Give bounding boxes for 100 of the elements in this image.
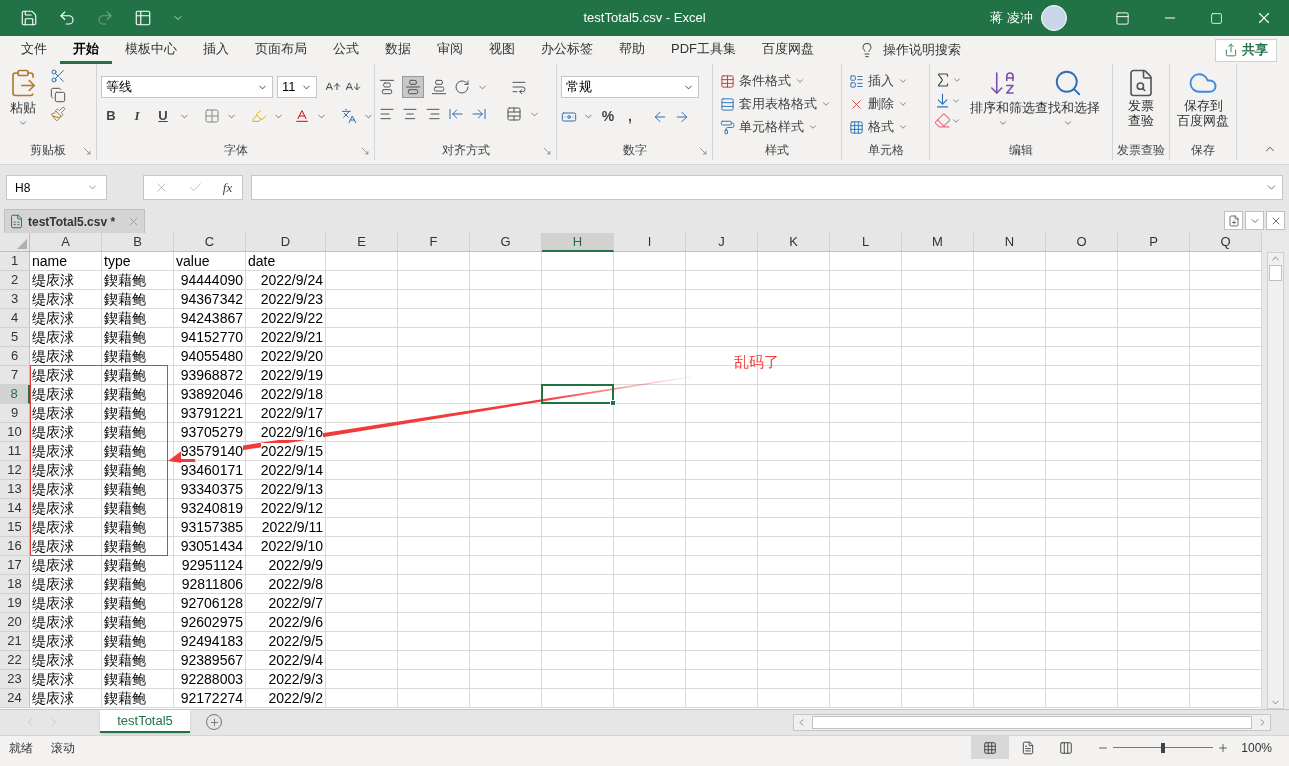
zoom-slider[interactable] xyxy=(1113,742,1214,753)
dialog-launcher-icon[interactable] xyxy=(82,146,92,156)
sheet-tab[interactable]: testTotal5 xyxy=(100,710,190,733)
font-name-field[interactable]: 等线 xyxy=(101,76,273,98)
row-header[interactable]: 16 xyxy=(0,537,30,556)
font-size-field[interactable]: 11 xyxy=(277,76,317,98)
invoice-check-button[interactable]: 发票 查验 xyxy=(1117,68,1165,128)
format-button[interactable]: B xyxy=(101,106,121,126)
menu-tab[interactable]: 百度网盘 xyxy=(749,36,827,64)
column-header[interactable]: I xyxy=(614,233,686,252)
column-header[interactable]: L xyxy=(830,233,902,252)
zoom-level[interactable]: 100% xyxy=(1241,738,1272,757)
row-header[interactable]: 8 xyxy=(0,385,30,404)
style-menu-button[interactable]: 条件格式 xyxy=(717,70,834,92)
menu-tab[interactable]: 办公标签 xyxy=(528,36,606,64)
list-icon[interactable] xyxy=(849,73,864,89)
name-box[interactable]: H8 xyxy=(6,175,107,200)
menu-tab[interactable]: 帮助 xyxy=(606,36,658,64)
row-header[interactable]: 15 xyxy=(0,518,30,537)
table-icon[interactable] xyxy=(720,73,735,89)
decrease-indent-icon[interactable] xyxy=(448,106,464,122)
save-to-cloud-button[interactable]: 保存到 百度网盘 xyxy=(1174,68,1232,128)
number-style-button[interactable]: % xyxy=(600,106,616,127)
vertical-scrollbar[interactable] xyxy=(1267,252,1284,709)
undo-icon[interactable] xyxy=(58,9,76,27)
row-header[interactable]: 19 xyxy=(0,594,30,613)
row-header[interactable]: 17 xyxy=(0,556,30,575)
page-icon[interactable] xyxy=(1021,740,1036,755)
column-header[interactable]: F xyxy=(398,233,470,252)
menu-tab[interactable]: PDF工具集 xyxy=(658,36,749,64)
number-style-button[interactable]: , xyxy=(622,106,638,127)
caret-icon[interactable] xyxy=(898,122,908,132)
menu-tab[interactable]: 数据 xyxy=(372,36,424,64)
font-color-icon[interactable] xyxy=(294,108,310,124)
workbook-tab[interactable]: testTotal5.csv * xyxy=(4,209,146,233)
column-header[interactable]: B xyxy=(102,233,174,252)
caret-icon[interactable] xyxy=(795,76,805,86)
row-header[interactable]: 13 xyxy=(0,480,30,499)
top-align-icon[interactable] xyxy=(379,79,395,95)
sort-filter-button[interactable]: 排序和筛选 xyxy=(970,68,1035,128)
row-header[interactable]: 2 xyxy=(0,271,30,290)
format-painter-icon[interactable] xyxy=(50,106,66,122)
caret-icon[interactable] xyxy=(898,76,908,86)
row-header[interactable]: 22 xyxy=(0,651,30,670)
highlighter-icon[interactable] xyxy=(251,108,267,124)
number-format-field[interactable]: 常规 xyxy=(561,76,699,98)
save-icon[interactable] xyxy=(20,9,38,27)
lightbulb-icon[interactable] xyxy=(859,42,875,58)
share-button[interactable]: 共享 xyxy=(1215,38,1277,62)
select-all-icon[interactable] xyxy=(17,239,27,249)
row-header[interactable]: 21 xyxy=(0,632,30,651)
column-header[interactable]: K xyxy=(758,233,830,252)
row-header[interactable]: 5 xyxy=(0,328,30,347)
row-header[interactable]: 11 xyxy=(0,442,30,461)
format-button[interactable]: I xyxy=(127,106,147,126)
caret-icon[interactable] xyxy=(952,75,962,85)
align-center-icon[interactable] xyxy=(402,106,418,122)
column-header[interactable]: H xyxy=(542,233,614,252)
wrap-text-icon[interactable] xyxy=(511,79,527,95)
formula-input[interactable] xyxy=(251,175,1283,200)
menu-tab[interactable]: 页面布局 xyxy=(242,36,320,64)
style-menu-button[interactable]: 套用表格格式 xyxy=(717,93,834,115)
caret-icon[interactable] xyxy=(821,99,831,109)
column-header[interactable]: M xyxy=(902,233,974,252)
column-header[interactable]: O xyxy=(1046,233,1118,252)
menu-tab[interactable]: 公式 xyxy=(320,36,372,64)
row-header[interactable]: 6 xyxy=(0,347,30,366)
row-header[interactable]: 14 xyxy=(0,499,30,518)
maximize-icon[interactable] xyxy=(1210,11,1223,25)
zoom-in-icon[interactable] xyxy=(1217,741,1230,754)
row-header[interactable]: 20 xyxy=(0,613,30,632)
cells-menu-button[interactable]: 格式 xyxy=(846,116,911,138)
style-menu-button[interactable]: 单元格样式 xyxy=(717,116,834,138)
cells-menu-button[interactable]: 删除 xyxy=(846,93,911,115)
menu-tab[interactable]: 文件 xyxy=(8,36,60,64)
grid-icon[interactable] xyxy=(849,119,864,135)
border-icon[interactable] xyxy=(204,108,220,124)
row-header[interactable]: 18 xyxy=(0,575,30,594)
align-right-icon[interactable] xyxy=(425,106,441,122)
find-select-button[interactable]: 查找和选择 xyxy=(1035,68,1100,128)
copy-icon[interactable] xyxy=(50,87,66,103)
row-header[interactable]: 4 xyxy=(0,309,30,328)
caret-icon[interactable] xyxy=(808,122,818,132)
scrollbar-thumb[interactable] xyxy=(812,716,1252,729)
eraser-icon[interactable] xyxy=(934,112,951,129)
horizontal-scrollbar[interactable] xyxy=(793,714,1271,731)
menu-tab[interactable]: 审阅 xyxy=(424,36,476,64)
caret-icon[interactable] xyxy=(898,99,908,109)
row-header[interactable]: 24 xyxy=(0,689,30,708)
column-header[interactable]: E xyxy=(326,233,398,252)
paint-roller-icon[interactable] xyxy=(720,119,735,135)
column-header[interactable]: C xyxy=(174,233,246,252)
dialog-launcher-icon[interactable] xyxy=(360,146,370,156)
ribbon-display-icon[interactable] xyxy=(1115,10,1130,26)
row-header[interactable]: 1 xyxy=(0,252,30,271)
dialog-launcher-icon[interactable] xyxy=(698,146,708,156)
align-left-icon[interactable] xyxy=(379,106,395,122)
row-header[interactable]: 9 xyxy=(0,404,30,423)
menu-tab[interactable]: 模板中心 xyxy=(112,36,190,64)
orientation-icon[interactable] xyxy=(454,79,470,95)
